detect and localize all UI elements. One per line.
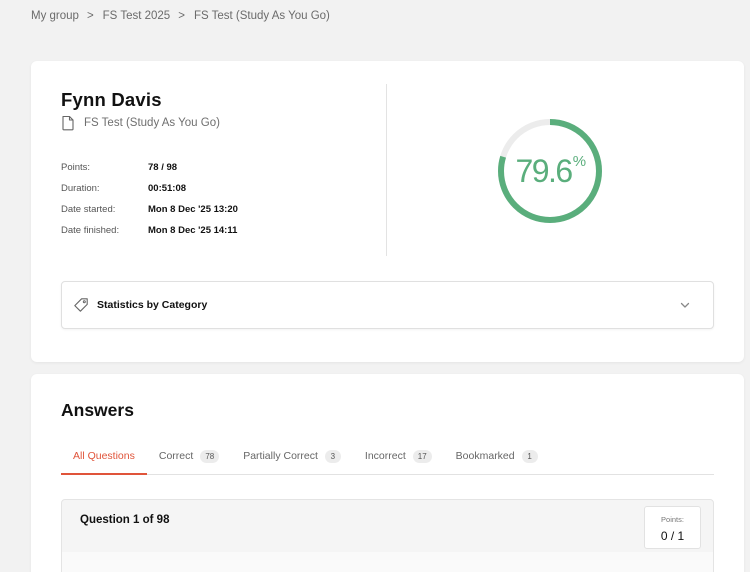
tab-incorrect[interactable]: Incorrect 17 xyxy=(353,438,444,474)
breadcrumb-separator: > xyxy=(86,10,94,22)
question-item[interactable]: Question 1 of 98 Points: 0 / 1 xyxy=(61,499,714,572)
tab-label: Correct xyxy=(158,450,194,462)
test-name-row: FS Test (Study As You Go) xyxy=(61,115,220,131)
stat-label: Date started: xyxy=(61,204,116,215)
breadcrumb-separator: > xyxy=(178,10,185,22)
breadcrumb-my-group[interactable]: My group xyxy=(31,10,79,22)
statistics-by-category-label: Statistics by Category xyxy=(97,299,208,311)
points-value: 0 / 1 xyxy=(660,529,685,543)
stat-value: Mon 8 Dec '25 14:11 xyxy=(148,225,238,236)
points-label: Points: xyxy=(661,515,684,524)
tab-correct[interactable]: Correct 78 xyxy=(147,438,231,474)
answers-card: Answers All Questions Correct 78 Partial… xyxy=(31,374,744,572)
count-badge: 1 xyxy=(521,449,538,463)
breadcrumb: My group > FS Test 2025 > FS Test (Study… xyxy=(31,10,330,22)
stat-label: Date finished: xyxy=(61,225,120,236)
tab-label: All Questions xyxy=(73,449,135,462)
count-badge: 3 xyxy=(324,449,341,463)
answers-tabs: All Questions Correct 78 Partially Corre… xyxy=(61,438,714,475)
stat-value: 00:51:08 xyxy=(148,183,187,194)
tab-label: Partially Correct xyxy=(243,450,318,462)
stat-points: Points: 78 / 98 xyxy=(61,157,238,178)
score-percentage: 79.6 % xyxy=(495,116,605,226)
stat-label: Duration: xyxy=(61,183,100,194)
stat-date-started: Date started: Mon 8 Dec '25 13:20 xyxy=(61,199,238,220)
count-badge: 78 xyxy=(200,449,220,463)
count-badge: 17 xyxy=(412,449,432,463)
breadcrumb-fs-test-2025[interactable]: FS Test 2025 xyxy=(103,10,171,22)
tag-icon xyxy=(74,298,88,312)
vertical-divider xyxy=(386,84,387,256)
stat-value: Mon 8 Dec '25 13:20 xyxy=(148,204,238,215)
question-body xyxy=(62,552,713,572)
tab-all-questions[interactable]: All Questions xyxy=(61,438,147,475)
score-value: 79.6 xyxy=(515,152,573,189)
tab-label: Incorrect xyxy=(364,450,406,462)
chevron-down-icon[interactable] xyxy=(679,299,691,311)
question-points-box: Points: 0 / 1 xyxy=(644,506,701,549)
test-name: FS Test (Study As You Go) xyxy=(84,117,220,129)
score-unit: % xyxy=(572,153,586,170)
statistics-by-category-toggle[interactable]: Statistics by Category xyxy=(61,281,714,329)
document-icon xyxy=(62,115,74,131)
breadcrumb-current-test[interactable]: FS Test (Study As You Go) xyxy=(194,10,330,22)
stat-date-finished: Date finished: Mon 8 Dec '25 14:11 xyxy=(61,220,238,241)
tab-bookmarked[interactable]: Bookmarked 1 xyxy=(444,438,550,474)
tab-label: Bookmarked xyxy=(455,450,515,462)
student-name: Fynn Davis xyxy=(61,89,162,110)
stat-label: Points: xyxy=(61,162,91,173)
answers-title: Answers xyxy=(61,400,134,420)
question-title: Question 1 of 98 xyxy=(80,514,170,526)
result-stats: Points: 78 / 98 Duration: 00:51:08 Date … xyxy=(61,157,238,241)
result-summary-card: Fynn Davis FS Test (Study As You Go) Poi… xyxy=(31,61,744,362)
stat-value: 78 / 98 xyxy=(148,162,178,173)
stat-duration: Duration: 00:51:08 xyxy=(61,178,238,199)
tab-partially-correct[interactable]: Partially Correct 3 xyxy=(231,438,353,474)
